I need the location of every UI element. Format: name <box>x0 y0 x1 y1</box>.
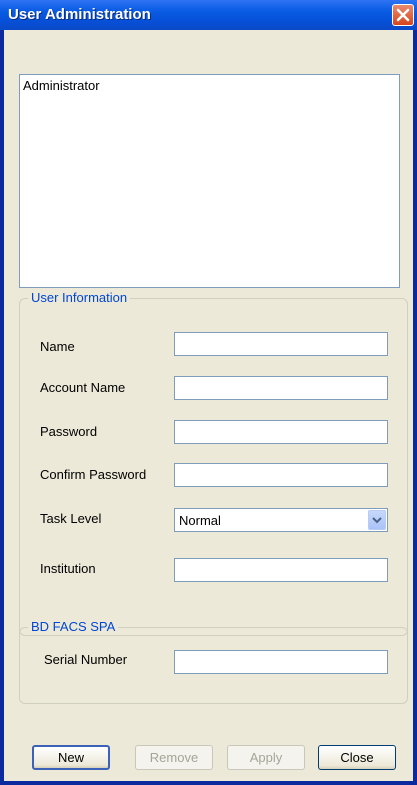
confirm-password-label: Confirm Password <box>40 467 147 482</box>
account-name-label: Account Name <box>40 380 126 395</box>
institution-field[interactable] <box>174 558 388 582</box>
serial-number-field[interactable] <box>174 650 388 674</box>
task-level-value: Normal <box>179 513 221 528</box>
account-name-field[interactable] <box>174 376 388 400</box>
chevron-down-icon <box>372 517 382 524</box>
task-level-label: Task Level <box>40 511 102 526</box>
user-administration-window: User Administration Administrator User I… <box>0 0 417 785</box>
dialog-client-area: Administrator User Information Name Acco… <box>4 30 413 781</box>
name-label: Name <box>40 339 75 354</box>
task-level-select[interactable]: Normal <box>174 508 388 532</box>
apply-button[interactable]: Apply <box>227 745 305 770</box>
close-button[interactable]: Close <box>318 745 396 770</box>
serial-number-label: Serial Number <box>44 652 128 667</box>
new-button[interactable]: New <box>32 745 110 770</box>
dropdown-button[interactable] <box>368 510 386 530</box>
password-field[interactable] <box>174 420 388 444</box>
bd-facs-spa-legend: BD FACS SPA <box>28 619 119 634</box>
password-label: Password <box>40 424 98 439</box>
close-icon <box>396 8 410 22</box>
window-title: User Administration <box>8 6 151 23</box>
list-item[interactable]: Administrator <box>23 78 100 93</box>
user-information-legend: User Information <box>28 290 131 305</box>
institution-label: Institution <box>40 561 96 576</box>
remove-button[interactable]: Remove <box>135 745 213 770</box>
confirm-password-field[interactable] <box>174 463 388 487</box>
title-bar[interactable]: User Administration <box>0 0 417 30</box>
name-field[interactable] <box>174 332 388 356</box>
close-window-button[interactable] <box>392 4 414 26</box>
user-list[interactable]: Administrator <box>19 74 400 288</box>
